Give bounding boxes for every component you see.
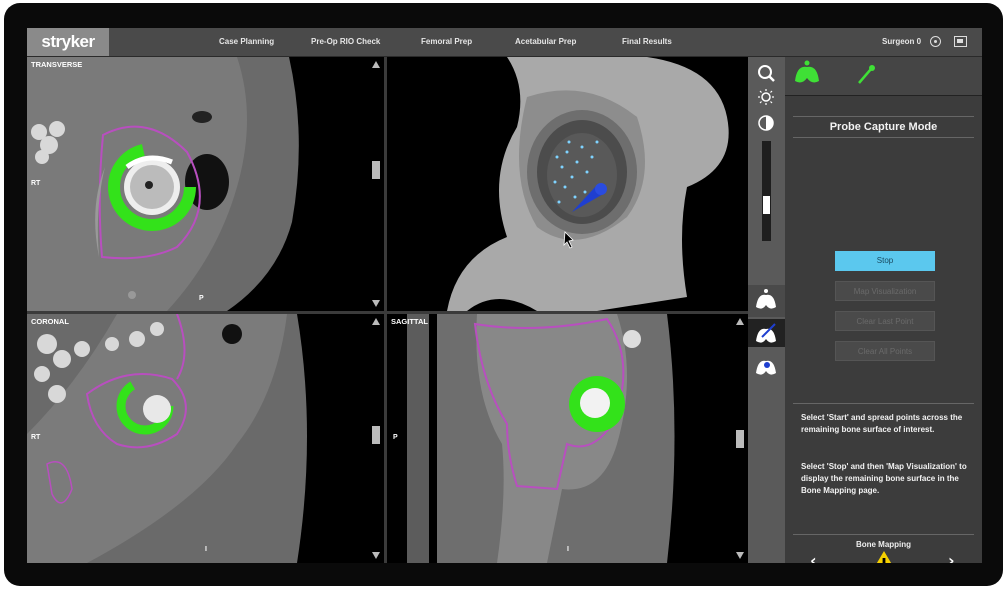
nav-pre-op-rio-check[interactable]: Pre-Op RIO Check xyxy=(311,28,380,56)
scroll-up-arrow-icon[interactable] xyxy=(372,61,380,68)
orientation-marker-left: RT xyxy=(31,180,41,187)
orientation-marker-bottom: P xyxy=(199,295,204,302)
map-visualization-button[interactable]: Map Visualization xyxy=(835,281,935,301)
scroll-down-arrow-icon[interactable] xyxy=(372,552,380,559)
pelvis-probe-icon[interactable] xyxy=(756,360,776,375)
view-label-transverse: TRANSVERSE xyxy=(31,60,83,69)
bone-mapping-label: Bone Mapping xyxy=(855,540,912,549)
scroll-up-arrow-icon[interactable] xyxy=(372,318,380,325)
transverse-view[interactable]: TRANSVERSE RT P xyxy=(27,57,384,311)
pelvis-icon[interactable] xyxy=(795,60,819,83)
orientation-marker-left: RT xyxy=(31,434,41,441)
view-label-sagittal: SAGITTAL xyxy=(391,317,428,326)
probe-capture-panel: Probe Capture Mode Stop Map Visualizatio… xyxy=(785,57,982,563)
scroll-thumb[interactable] xyxy=(736,430,744,448)
app-screen: stryker Case Planning Pre-Op RIO Check F… xyxy=(27,28,982,563)
transverse-ct-image xyxy=(27,57,299,311)
3d-model-view[interactable] xyxy=(387,57,748,311)
monitor-icon[interactable] xyxy=(954,36,967,47)
window-level-slider[interactable] xyxy=(762,141,771,241)
sagittal-scrollbar[interactable] xyxy=(736,318,744,559)
nav-femoral-prep[interactable]: Femoral Prep xyxy=(421,28,472,56)
coronal-scrollbar[interactable] xyxy=(372,318,380,559)
orientation-marker-bottom: I xyxy=(205,546,207,553)
pelvis-3d-render xyxy=(447,57,729,311)
divider xyxy=(793,534,974,535)
panel-icon-bar xyxy=(785,57,982,96)
scroll-up-arrow-icon[interactable] xyxy=(736,318,744,325)
nav-acetabular-prep[interactable]: Acetabular Prep xyxy=(515,28,576,56)
gear-icon[interactable] xyxy=(930,36,941,47)
tool-icons xyxy=(748,65,785,375)
magnifier-icon[interactable] xyxy=(758,65,775,82)
clear-last-point-button[interactable]: Clear Last Point xyxy=(835,311,935,331)
nav-case-planning[interactable]: Case Planning xyxy=(219,28,274,56)
sun-icon[interactable] xyxy=(758,89,774,105)
view-label-coronal: CORONAL xyxy=(31,317,69,326)
brand-logo: stryker xyxy=(27,28,109,56)
user-name: Surgeon 0 xyxy=(882,37,922,46)
coronal-ct-image xyxy=(27,314,307,563)
transverse-scrollbar[interactable] xyxy=(372,61,380,307)
top-navigation-bar: stryker Case Planning Pre-Op RIO Check F… xyxy=(27,28,982,57)
view-tools-column xyxy=(748,57,785,563)
orientation-marker-left: P xyxy=(393,434,398,441)
sagittal-view[interactable]: SAGITTAL P I xyxy=(387,314,748,563)
coronal-view[interactable]: CORONAL RT I xyxy=(27,314,384,563)
chevron-left-icon[interactable]: ‹ xyxy=(810,551,817,563)
slider-handle[interactable] xyxy=(763,196,770,214)
stop-button[interactable]: Stop xyxy=(835,251,935,271)
scroll-thumb[interactable] xyxy=(372,426,380,444)
instruction-stop: Select 'Stop' and then 'Map Visualizatio… xyxy=(801,462,967,495)
scroll-down-arrow-icon[interactable] xyxy=(372,300,380,307)
orientation-marker-bottom: I xyxy=(567,546,569,553)
chevron-right-icon[interactable]: › xyxy=(948,551,955,563)
panel-title: Probe Capture Mode xyxy=(793,116,974,138)
instruction-start: Select 'Start' and spread points across … xyxy=(801,413,963,434)
divider xyxy=(793,403,974,404)
contrast-icon[interactable] xyxy=(758,115,774,131)
clear-all-points-button[interactable]: Clear All Points xyxy=(835,341,935,361)
scroll-down-arrow-icon[interactable] xyxy=(736,552,744,559)
warning-icon[interactable] xyxy=(869,549,899,563)
sagittal-ct-image xyxy=(407,314,675,563)
nav-final-results[interactable]: Final Results xyxy=(622,28,672,56)
scroll-thumb[interactable] xyxy=(372,161,380,179)
probe-icon[interactable] xyxy=(858,65,875,84)
